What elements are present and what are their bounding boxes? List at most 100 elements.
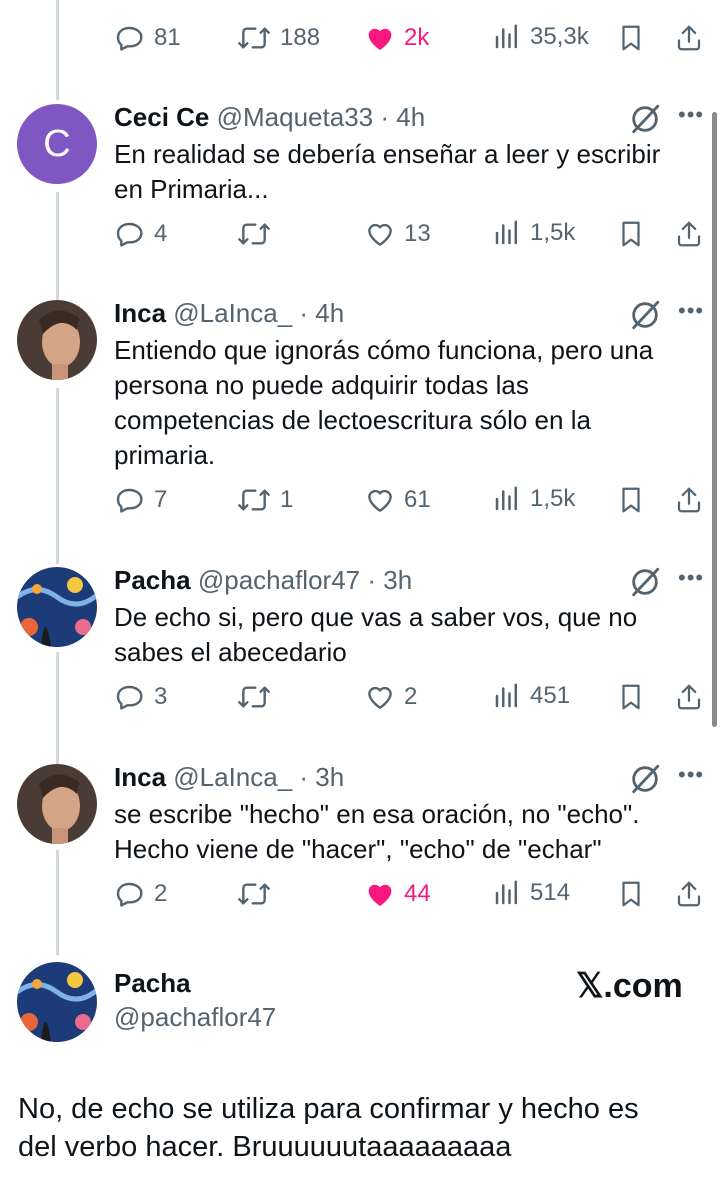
views-icon (495, 683, 517, 708)
action-bar: 3 2 451 (114, 681, 714, 721)
reply-button[interactable]: 81 (114, 22, 181, 54)
views-button[interactable]: 514 (492, 878, 570, 908)
tweet-text-line: competencias de lectoescritura sólo en l… (114, 405, 591, 435)
tweet-header: Pacha @pachaflor47 · 3h (114, 563, 412, 597)
share-button[interactable] (674, 878, 704, 910)
tweet-text: De echo si, pero que vas a saber vos, qu… (114, 600, 684, 670)
repost-icon (238, 223, 270, 245)
avatar[interactable]: C (17, 104, 97, 184)
grok-icon[interactable] (628, 298, 662, 332)
bookmark-icon (622, 25, 640, 51)
reply-icon (116, 488, 143, 513)
timestamp[interactable]: · 4h (299, 298, 344, 328)
tweet[interactable]: C Ceci Ce @Maqueta33 · 4h ••• En realida… (0, 100, 724, 290)
avatar[interactable] (17, 567, 97, 647)
grok-icon[interactable] (628, 565, 662, 599)
more-options-icon[interactable]: ••• (678, 100, 704, 130)
share-icon (677, 221, 701, 247)
bookmark-button[interactable] (616, 681, 646, 713)
tweet[interactable]: Inca @LaInca_ · 3h ••• se escribe "hecho… (0, 760, 724, 950)
display-name[interactable]: Inca (114, 762, 166, 792)
bookmark-button[interactable] (616, 218, 646, 250)
display-name[interactable]: Ceci Ce (114, 102, 209, 132)
tweet-text-line: No, de echo se utiliza para confirmar y … (18, 1093, 639, 1125)
tweet-text-line: Entiendo que ignorás cómo funciona, pero… (114, 335, 654, 365)
tweet-text: En realidad se debería enseñar a leer y … (114, 137, 684, 207)
display-name[interactable]: Pacha (114, 968, 191, 999)
share-button[interactable] (674, 681, 704, 713)
display-name[interactable]: Inca (114, 298, 166, 328)
tweet-text-line: primaria. (114, 440, 216, 470)
repost-button[interactable]: 188 (236, 22, 320, 54)
repost-button[interactable] (236, 218, 272, 250)
views-icon (495, 24, 517, 49)
heart-icon (368, 489, 392, 512)
heart-icon (368, 686, 392, 709)
reply-button[interactable]: 7 (114, 484, 167, 516)
user-handle[interactable]: @Maqueta33 (217, 102, 374, 132)
user-handle[interactable]: @LaInca_ (173, 762, 292, 792)
action-bar: 2 44 514 (114, 878, 714, 918)
timestamp[interactable]: · 3h (367, 565, 412, 595)
like-button[interactable]: 61 (364, 484, 431, 516)
like-button[interactable]: 2 (364, 681, 417, 713)
share-button[interactable] (674, 484, 704, 516)
timestamp[interactable]: · 3h (299, 762, 344, 792)
bookmark-button[interactable] (616, 22, 646, 54)
user-handle[interactable]: @LaInca_ (173, 298, 292, 328)
repost-button[interactable] (236, 681, 272, 713)
repost-button[interactable] (236, 878, 272, 910)
tweet-text: No, de echo se utiliza para confirmar y … (18, 1090, 708, 1166)
user-handle[interactable]: @pachaflor47 (114, 1002, 276, 1033)
tweet-text-line: De echo si, pero que vas a saber vos, qu… (114, 602, 638, 632)
repost-button[interactable]: 1 (236, 484, 293, 516)
timestamp[interactable]: · 4h (380, 102, 425, 132)
reply-button[interactable]: 3 (114, 681, 167, 713)
views-button[interactable]: 1,5k (492, 218, 575, 248)
avatar-letter: C (43, 122, 71, 165)
thread-line (56, 0, 59, 100)
grok-icon[interactable] (628, 762, 662, 796)
avatar[interactable] (17, 764, 97, 844)
reply-icon (116, 26, 143, 51)
more-options-icon[interactable]: ••• (678, 296, 704, 326)
repost-icon (238, 883, 270, 905)
views-button[interactable]: 1,5k (492, 484, 575, 514)
like-button[interactable]: 13 (364, 218, 431, 250)
grok-icon[interactable] (628, 102, 662, 136)
share-button[interactable] (674, 22, 704, 54)
reply-button[interactable]: 2 (114, 878, 167, 910)
reply-count: 2 (154, 880, 168, 907)
bookmark-button[interactable] (616, 878, 646, 910)
like-button[interactable]: 2k (364, 22, 429, 54)
tweet[interactable]: Pacha @pachaflor47 · 3h ••• De echo si, … (0, 563, 724, 753)
reply-button[interactable]: 4 (114, 218, 167, 250)
avatar[interactable] (17, 300, 97, 380)
bookmark-button[interactable] (616, 484, 646, 516)
user-handle[interactable]: @pachaflor47 (198, 565, 360, 595)
more-options-icon[interactable]: ••• (678, 563, 704, 593)
share-icon (677, 881, 701, 907)
reply-count: 3 (154, 683, 168, 710)
share-icon (677, 487, 701, 513)
more-options-icon[interactable]: ••• (678, 760, 704, 790)
views-button[interactable]: 35,3k (492, 22, 589, 52)
display-name[interactable]: Pacha (114, 565, 191, 595)
tweet-text: Entiendo que ignorás cómo funciona, pero… (114, 333, 684, 473)
main-tweet[interactable]: Pacha @pachaflor47 𝕏.com No, de echo se … (0, 960, 724, 1190)
share-button[interactable] (674, 218, 704, 250)
share-icon (677, 684, 701, 710)
tweet-text-line: en Primaria... (114, 174, 269, 204)
tweet-header: Inca @LaInca_ · 3h (114, 760, 344, 794)
like-button[interactable]: 44 (364, 878, 431, 910)
avatar[interactable] (17, 962, 97, 1042)
bookmark-icon (622, 487, 640, 513)
heart-filled-icon (368, 884, 392, 906)
tweet[interactable]: Inca @LaInca_ · 4h ••• Entiendo que igno… (0, 296, 724, 556)
views-icon (495, 220, 517, 245)
views-button[interactable]: 451 (492, 681, 570, 711)
views-icon (495, 880, 517, 905)
action-bar: 7 1 61 1,5k (114, 484, 714, 524)
heart-filled-icon (368, 28, 392, 50)
like-count: 2 (404, 683, 418, 710)
